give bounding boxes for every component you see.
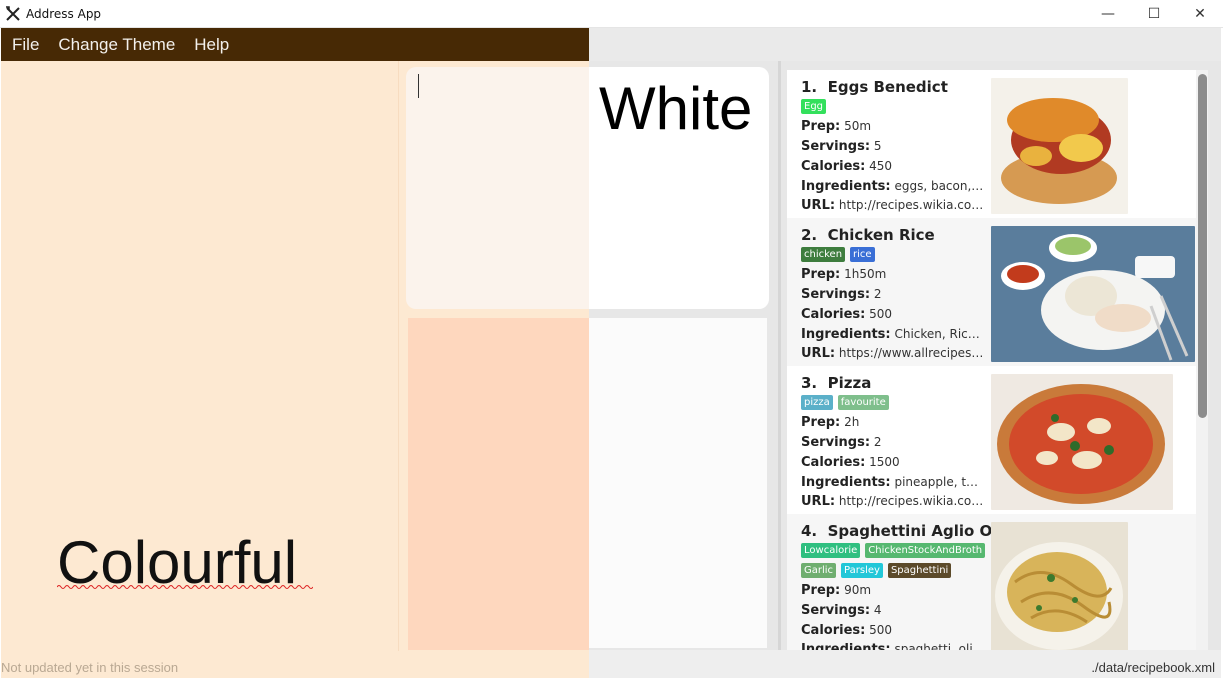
calories-field: Calories: 450 xyxy=(801,159,893,174)
calories-field: Calories: 500 xyxy=(801,307,893,322)
white-theme-label: White xyxy=(599,75,753,142)
tag: chicken xyxy=(801,247,846,262)
maximize-button[interactable]: ☐ xyxy=(1131,0,1177,28)
ingredients-field: Ingredients: Chicken, Rice, Cucumber xyxy=(801,327,985,342)
ingredients-field: Ingredients: eggs, bacon, tomatoes xyxy=(801,179,985,194)
text-caret xyxy=(418,74,419,98)
chicken-rice-photo xyxy=(991,226,1195,362)
prep-field: Prep: 2h xyxy=(801,415,860,430)
tag-list: chicken rice xyxy=(801,247,991,262)
calories-field: Calories: 500 xyxy=(801,623,893,638)
white-menu-strip xyxy=(589,28,1221,61)
servings-field: Servings: 2 xyxy=(801,435,882,450)
tag: Spaghettini xyxy=(887,563,952,578)
scrollbar-thumb[interactable] xyxy=(1198,74,1207,418)
url-field: URL: https://www.allrecipes.com/recipe xyxy=(801,346,985,361)
sync-status: Not updated yet in this session xyxy=(1,660,179,675)
tag-list: pizza favourite xyxy=(801,395,991,410)
recipe-card[interactable]: 1. Eggs Benedict Egg Prep: 50m Servings:… xyxy=(787,70,1196,218)
panel-divider xyxy=(398,61,399,651)
menu-change-theme[interactable]: Change Theme xyxy=(50,35,183,55)
spaghetti-photo xyxy=(991,522,1128,650)
tag: Garlic xyxy=(801,563,837,578)
tag: ChickenStockAndBroth xyxy=(865,543,986,558)
colourful-theme-panel: File Change Theme Help Colourful Not upd… xyxy=(1,28,589,678)
menu-bar: File Change Theme Help xyxy=(1,28,589,61)
pizza-photo xyxy=(991,374,1173,510)
recipe-card[interactable]: 4. Spaghettini Aglio Oglio Lowcalorie Ch… xyxy=(787,514,1196,650)
prep-field: Prep: 50m xyxy=(801,119,872,134)
menu-file[interactable]: File xyxy=(4,35,47,55)
servings-field: Servings: 5 xyxy=(801,139,882,154)
menu-help[interactable]: Help xyxy=(186,35,237,55)
window-title: Address App xyxy=(26,6,102,21)
tag-list: Lowcalorie ChickenStockAndBroth Garlic P… xyxy=(801,543,991,578)
close-button[interactable]: ✕ xyxy=(1177,0,1223,28)
tag: rice xyxy=(850,247,875,262)
command-input[interactable] xyxy=(406,67,589,309)
tag: Egg xyxy=(801,99,827,114)
spellcheck-underline xyxy=(57,585,313,589)
servings-field: Servings: 2 xyxy=(801,287,882,302)
tag: favourite xyxy=(837,395,889,410)
tag: pizza xyxy=(801,395,833,410)
prep-field: Prep: 1h50m xyxy=(801,267,887,282)
tag-list: Egg xyxy=(801,99,991,114)
result-display-white xyxy=(589,318,767,648)
prep-field: Prep: 90m xyxy=(801,583,872,598)
save-location: ./data/recipebook.xml xyxy=(1091,660,1215,675)
recipe-title: 2. Chicken Rice xyxy=(801,226,935,244)
recipe-card[interactable]: 3. Pizza pizza favourite Prep: 2h Servin… xyxy=(787,366,1196,514)
recipe-card[interactable]: 2. Chicken Rice chicken rice Prep: 1h50m… xyxy=(787,218,1196,366)
recipe-title: 1. Eggs Benedict xyxy=(801,78,948,96)
fork-knife-icon xyxy=(5,5,21,22)
minimize-button[interactable]: — xyxy=(1085,0,1131,28)
split-pane-divider[interactable] xyxy=(778,61,781,650)
calories-field: Calories: 1500 xyxy=(801,455,900,470)
ingredients-field: Ingredients: spaghetti, olive oil, garli… xyxy=(801,642,985,650)
recipe-title: 3. Pizza xyxy=(801,374,872,392)
servings-field: Servings: 4 xyxy=(801,603,882,618)
url-field: URL: http://recipes.wikia.com/wiki/Pizza xyxy=(801,494,985,509)
tag: Parsley xyxy=(841,563,883,578)
tag: Lowcalorie xyxy=(801,543,861,558)
ingredients-field: Ingredients: pineapple, tomato, cheese xyxy=(801,475,985,490)
url-field: URL: http://recipes.wikia.com/wiki/Eggs_… xyxy=(801,198,985,213)
result-display xyxy=(408,318,589,650)
recipe-list[interactable]: 1. Eggs Benedict Egg Prep: 50m Servings:… xyxy=(787,70,1196,650)
title-bar: Address App — ☐ ✕ xyxy=(0,0,1223,28)
eggs-benedict-photo xyxy=(991,78,1128,214)
